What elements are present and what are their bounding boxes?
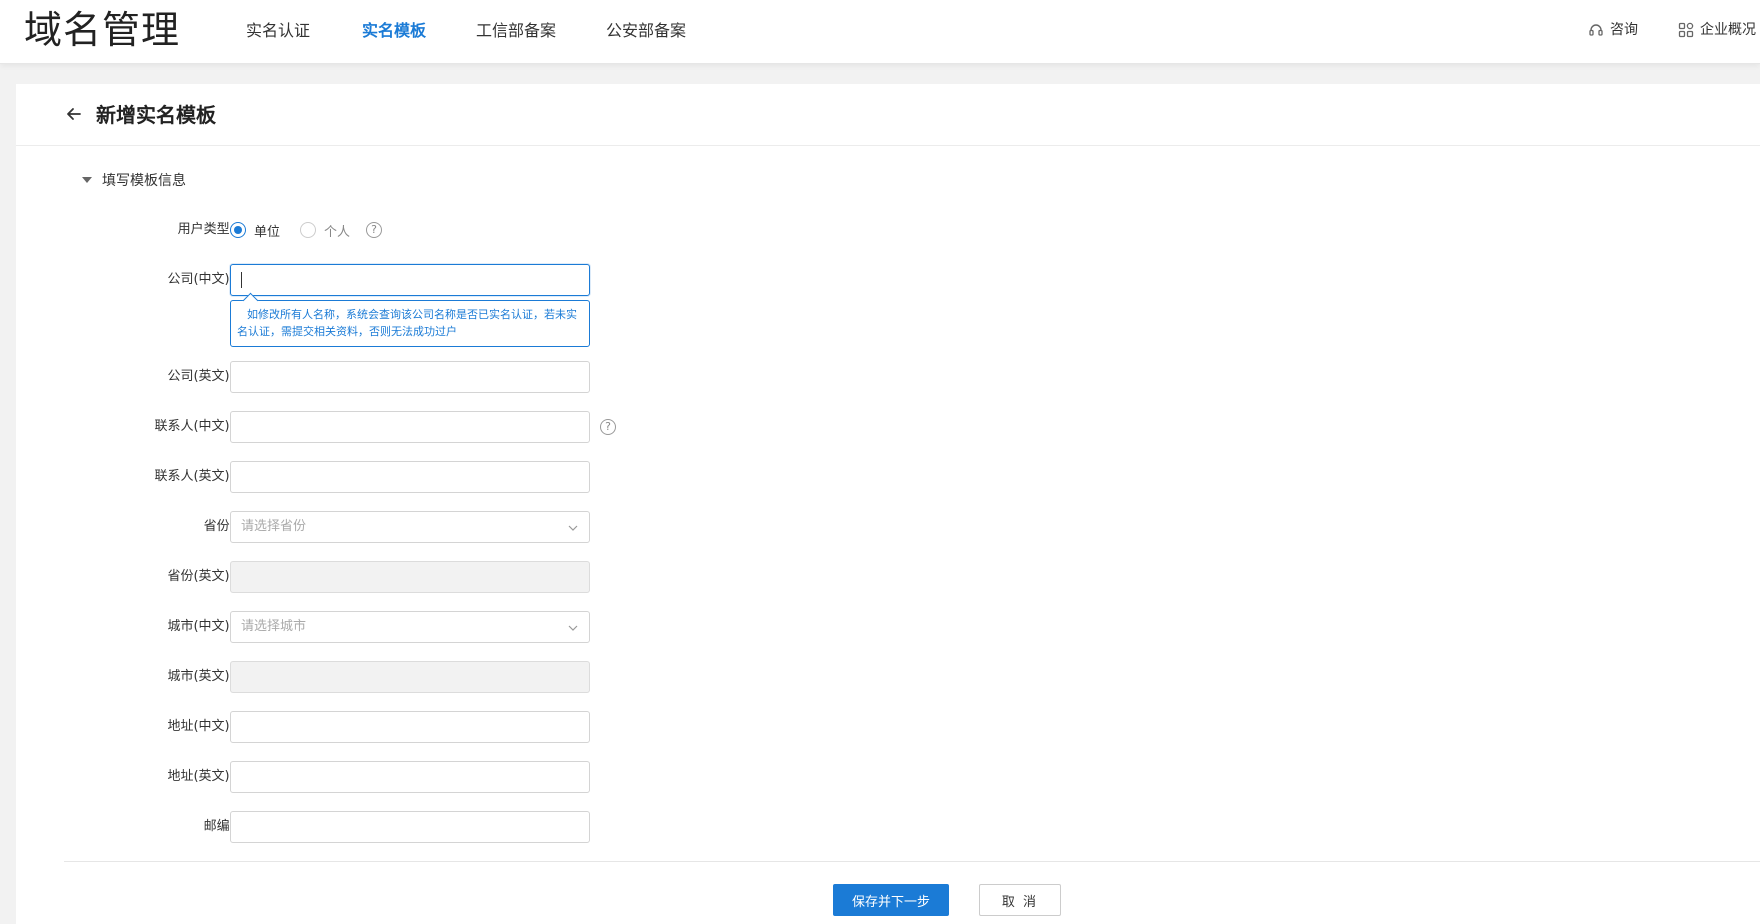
contact-cn-label: 联系人(中文): [154, 419, 234, 434]
province-en-input [230, 561, 590, 593]
contact-cn-row: 联系人(中文): ? [16, 411, 1016, 443]
city-cn-select[interactable]: 请选择城市 [230, 611, 590, 643]
chevron-down-icon [568, 625, 578, 631]
nav-item-police-filing[interactable]: 公安部备案 [606, 20, 686, 42]
company-cn-input[interactable] [230, 264, 590, 296]
contact-cn-input[interactable] [230, 411, 590, 443]
province-en-label: 省份(英文): [167, 569, 234, 584]
company-cn-tip: 如修改所有人名称，系统会查询该公司名称是否已实名认证，若未实名认证，需提交相关资… [230, 300, 590, 347]
section-title: 填写模板信息 [102, 173, 186, 189]
caret-down-icon [82, 177, 92, 183]
nav-item-real-name-template[interactable]: 实名模板 [362, 20, 426, 42]
user-type-label: 用户类型: [177, 222, 234, 237]
footer-divider [64, 861, 1760, 862]
city-en-row: 城市(英文): [16, 661, 1016, 693]
contact-en-input[interactable] [230, 461, 590, 493]
province-placeholder: 请选择省份 [241, 519, 307, 534]
company-en-input[interactable] [230, 361, 590, 393]
nav-item-miit-filing[interactable]: 工信部备案 [476, 20, 556, 42]
save-next-button[interactable]: 保存并下一步 [833, 884, 949, 916]
radio-dot-unchecked [300, 222, 317, 238]
contact-cn-help-icon[interactable]: ? [600, 419, 616, 435]
app-title: 域名管理 [24, 8, 181, 52]
radio-dot-checked [230, 222, 246, 238]
city-placeholder: 请选择城市 [241, 619, 307, 634]
text-cursor [241, 272, 242, 288]
user-type-row: 用户类型: 单位 个人 ? [16, 214, 1016, 246]
back-arrow-icon[interactable] [64, 104, 84, 124]
city-en-input [230, 661, 590, 693]
contact-en-label: 联系人(英文): [154, 469, 234, 484]
page-header: 新增实名模板 [16, 84, 1760, 146]
postcode-input[interactable] [230, 811, 590, 843]
radio-individual-label: 个人 [324, 224, 351, 240]
radio-organization[interactable]: 单位 [230, 221, 280, 240]
main-card: 新增实名模板 填写模板信息 用户类型: 单位 个人 ? 公司(中文): 如修改所… [16, 84, 1760, 924]
city-cn-row: 城市(中文): 请选择城市 [16, 611, 1016, 643]
postcode-row: 邮编: [16, 811, 1016, 843]
company-cn-tip-text: 如修改所有人名称，系统会查询该公司名称是否已实名认证，若未实名认证，需提交相关资… [237, 308, 577, 338]
company-cn-label: 公司(中文): [167, 272, 234, 287]
radio-individual[interactable]: 个人 [300, 221, 350, 240]
city-en-label: 城市(英文): [167, 669, 234, 684]
page-title: 新增实名模板 [96, 103, 216, 127]
grid-icon [1678, 22, 1694, 38]
consult-link[interactable]: 咨询 [1588, 20, 1638, 40]
province-en-row: 省份(英文): [16, 561, 1016, 593]
company-en-row: 公司(英文): [16, 361, 1016, 393]
address-cn-label: 地址(中文): [167, 719, 234, 734]
address-en-label: 地址(英文): [167, 769, 234, 784]
city-cn-label: 城市(中文): [167, 619, 234, 634]
section-toggle[interactable]: 填写模板信息 [82, 170, 186, 190]
address-cn-input[interactable] [230, 711, 590, 743]
company-cn-row: 公司(中文): [16, 264, 1016, 296]
top-navbar: 域名管理 实名认证 实名模板 工信部备案 公安部备案 咨询 企业概况 [0, 0, 1760, 64]
address-en-input[interactable] [230, 761, 590, 793]
province-row: 省份: 请选择省份 [16, 511, 1016, 543]
overview-label: 企业概况 [1700, 22, 1756, 38]
user-type-radio-group: 单位 个人 [230, 214, 362, 246]
chevron-down-icon [568, 525, 578, 531]
province-select[interactable]: 请选择省份 [230, 511, 590, 543]
company-en-label: 公司(英文): [167, 369, 234, 384]
user-type-help-icon[interactable]: ? [366, 222, 382, 238]
headset-icon [1589, 24, 1603, 36]
radio-organization-label: 单位 [254, 224, 281, 240]
nav-item-real-name-auth[interactable]: 实名认证 [246, 20, 310, 42]
contact-en-row: 联系人(英文): [16, 461, 1016, 493]
enterprise-overview-link[interactable]: 企业概况 [1678, 20, 1756, 40]
address-cn-row: 地址(中文): [16, 711, 1016, 743]
cancel-button[interactable]: 取 消 [979, 884, 1061, 916]
address-en-row: 地址(英文): [16, 761, 1016, 793]
consult-label: 咨询 [1610, 22, 1638, 38]
